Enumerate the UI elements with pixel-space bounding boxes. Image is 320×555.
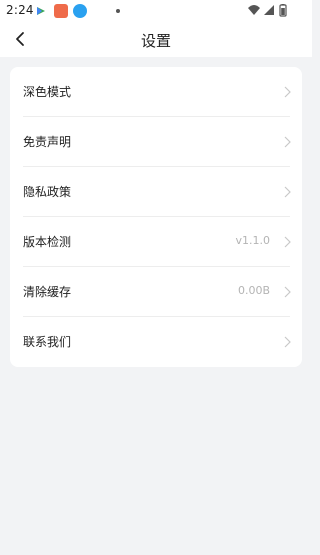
page-title: 设置 <box>140 32 171 50</box>
status-indicators <box>248 4 287 17</box>
notification-dot-icon <box>116 9 120 13</box>
version-value: v1.1.0 <box>235 234 271 247</box>
battery-icon <box>279 4 287 17</box>
play-store-icon <box>37 7 45 15</box>
chevron-right-icon <box>284 336 291 348</box>
wifi-icon <box>248 5 260 15</box>
settings-list: 深色模式 免责声明 隐私政策 版本检测 v1.1.0 清除缓存 0.00B 联系… <box>10 67 302 367</box>
app-notification-icon <box>54 4 68 18</box>
settings-item-label: 联系我们 <box>23 335 72 349</box>
settings-item-disclaimer[interactable]: 免责声明 <box>10 117 302 167</box>
settings-item-clear-cache[interactable]: 清除缓存 0.00B <box>10 267 302 317</box>
settings-item-label: 免责声明 <box>23 135 72 149</box>
app-header: 设置 <box>0 22 312 57</box>
chevron-right-icon <box>284 236 291 248</box>
settings-item-dark-mode[interactable]: 深色模式 <box>10 67 302 117</box>
status-time: 2:24 <box>6 3 34 17</box>
settings-item-version-check[interactable]: 版本检测 v1.1.0 <box>10 217 302 267</box>
settings-item-label: 隐私政策 <box>23 185 72 199</box>
settings-item-contact-us[interactable]: 联系我们 <box>10 317 302 367</box>
settings-item-label: 版本检测 <box>23 235 72 249</box>
settings-item-label: 清除缓存 <box>23 285 72 299</box>
status-bar: 2:24 <box>0 0 312 22</box>
chevron-right-icon <box>284 186 291 198</box>
chevron-right-icon <box>284 286 291 298</box>
signal-icon <box>264 5 274 15</box>
settings-item-label: 深色模式 <box>23 85 72 99</box>
chevron-right-icon <box>284 136 291 148</box>
download-notification-icon <box>73 4 87 18</box>
chevron-right-icon <box>284 86 291 98</box>
cache-size-value: 0.00B <box>237 284 270 297</box>
settings-item-privacy-policy[interactable]: 隐私政策 <box>10 167 302 217</box>
